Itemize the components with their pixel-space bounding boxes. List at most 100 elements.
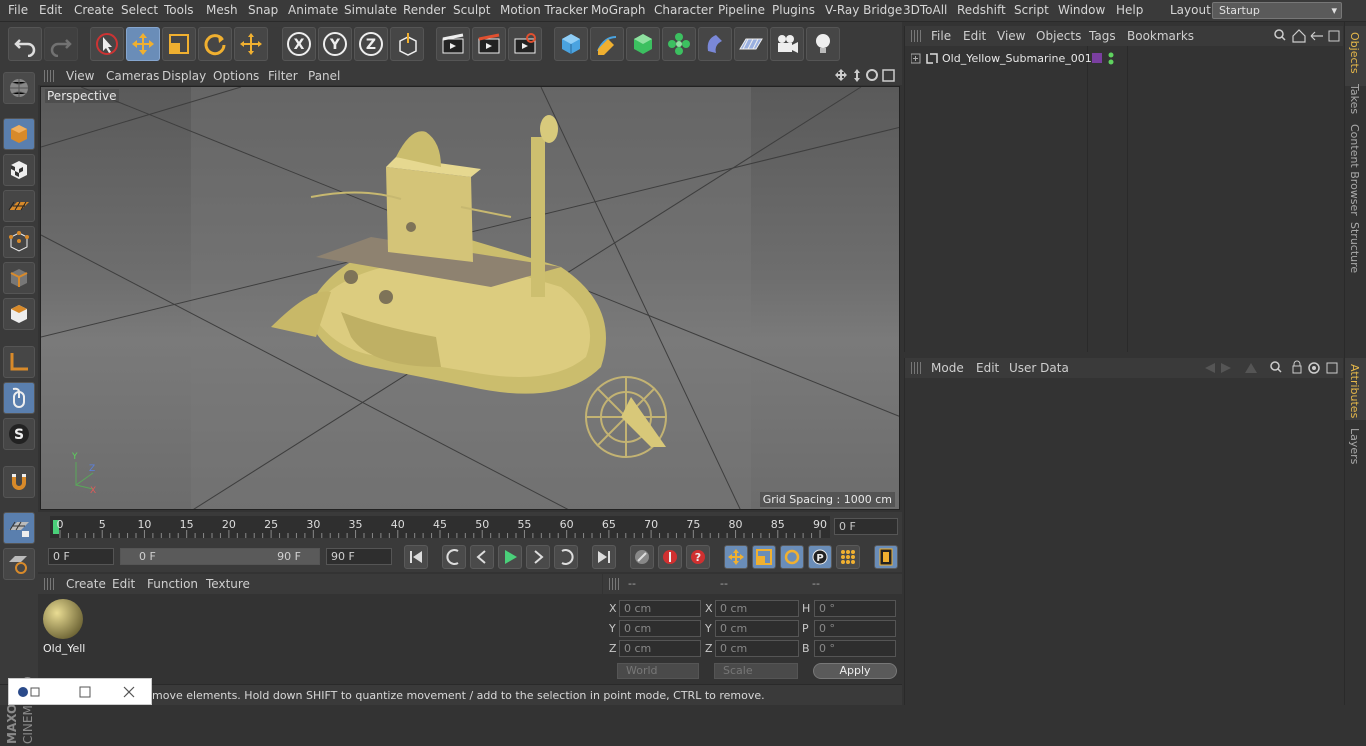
tab-attributes[interactable]: Attributes [1348,364,1361,418]
panel-grip[interactable] [44,578,54,590]
light-button[interactable] [806,27,840,61]
size-z-field[interactable]: 0 cm [715,640,799,657]
lock-x-button[interactable]: X [282,27,316,61]
size-y-field[interactable]: 0 cm [715,620,799,637]
rotation-b-field[interactable]: 0 ° [814,640,896,657]
position-x-field[interactable]: 0 cm [619,600,701,617]
edges-mode-button[interactable] [3,262,35,294]
rotate-tool-button[interactable] [198,27,232,61]
pen-tool-button[interactable] [590,27,624,61]
transform-tool-button[interactable] [234,27,268,61]
move-tool-button[interactable] [126,27,160,61]
material-menu-create[interactable]: Create [66,577,106,591]
attribute-menu-mode[interactable]: Mode [931,361,964,375]
material-menu-function[interactable]: Function [147,577,198,591]
workplane-lock-button[interactable] [3,512,35,544]
panel-grip[interactable] [911,362,921,374]
material-swatch[interactable]: Old_Yell [41,598,85,655]
rotation-p-field[interactable]: 0 ° [814,620,896,637]
home-icon[interactable] [1292,29,1306,43]
axis-mode-button[interactable] [3,346,35,378]
viewport-menu-cameras[interactable]: Cameras [106,69,159,83]
coordinate-system-button[interactable] [390,27,424,61]
next-frame-button[interactable] [526,545,550,569]
tab-takes[interactable]: Takes [1348,84,1361,114]
menu-help[interactable]: Help [1116,3,1143,17]
start-frame-field[interactable]: 0 F [48,548,114,565]
planar-workplane-button[interactable] [3,548,35,580]
previous-keyframe-button[interactable] [442,545,466,569]
object-menu-view[interactable]: View [997,29,1025,43]
scale-tool-button[interactable] [162,27,196,61]
lock-y-button[interactable]: Y [318,27,352,61]
attribute-menu-edit[interactable]: Edit [976,361,999,375]
minimized-window-bar[interactable] [8,678,152,705]
panel-grip[interactable] [609,578,619,590]
search-icon[interactable] [1274,29,1284,39]
undo-button[interactable] [8,27,42,61]
panel-grip[interactable] [911,30,921,42]
forward-arrow-icon[interactable] [1221,363,1231,373]
texture-mode-button[interactable] [3,154,35,186]
snap-button[interactable] [3,466,35,498]
lock-z-button[interactable]: Z [354,27,388,61]
search-icon[interactable] [1270,361,1280,371]
close-icon[interactable] [123,686,135,698]
points-mode-button[interactable] [3,226,35,258]
menu-vray-bridge[interactable]: V-Ray Bridge [825,3,902,17]
menu-render[interactable]: Render [403,3,446,17]
render-settings-button[interactable] [508,27,542,61]
rotation-h-field[interactable]: 0 ° [814,600,896,617]
timeline[interactable]: 0 5 10 15 20 25 30 35 40 45 50 55 60 65 70 75 80 85 90 0 F [38,512,902,542]
previous-frame-button[interactable] [470,545,494,569]
menu-edit[interactable]: Edit [39,3,62,17]
perspective-viewport[interactable]: Y Z X Perspective Grid Spacing : 1000 cm [40,86,900,510]
position-y-field[interactable]: 0 cm [619,620,701,637]
menu-motion-tracker[interactable]: Motion Tracker [500,3,588,17]
size-mode-select[interactable]: Scale [714,663,798,679]
workplane-button[interactable] [3,190,35,222]
viewport-menu-display[interactable]: Display [162,69,206,83]
object-menu-tags[interactable]: Tags [1089,29,1116,43]
menu-3dtoall[interactable]: 3DToAll [903,3,947,17]
key-scale-button[interactable] [752,545,776,569]
menu-tools[interactable]: Tools [164,3,194,17]
subdivision-button[interactable] [626,27,660,61]
menu-plugins[interactable]: Plugins [772,3,815,17]
position-z-field[interactable]: 0 cm [619,640,701,657]
end-frame-field[interactable]: 90 F [326,548,392,565]
menu-pipeline[interactable]: Pipeline [718,3,765,17]
menu-simulate[interactable]: Simulate [344,3,397,17]
material-menu-texture[interactable]: Texture [206,577,250,591]
polygons-mode-button[interactable] [3,298,35,330]
model-mode-button[interactable] [3,118,35,150]
tab-structure[interactable]: Structure [1348,222,1361,273]
new-window-icon[interactable] [1328,30,1340,42]
maximize-icon[interactable] [882,69,895,82]
up-arrow-icon[interactable] [1245,363,1257,373]
attribute-nav-icons[interactable] [1201,360,1341,376]
go-to-start-button[interactable] [404,545,428,569]
material-menu-edit[interactable]: Edit [112,577,135,591]
viewport-menu-view[interactable]: View [66,69,94,83]
object-nav-icons[interactable] [1273,28,1341,44]
autokey-button[interactable]: ? [686,545,710,569]
object-menu-edit[interactable]: Edit [963,29,986,43]
record-mode-button[interactable] [630,545,654,569]
menu-create[interactable]: Create [74,3,114,17]
tab-layers[interactable]: Layers [1348,428,1361,464]
solo-button[interactable]: S [3,418,35,450]
zoom-icon[interactable] [854,69,860,82]
pan-icon[interactable] [835,69,847,81]
redo-button[interactable] [44,27,78,61]
key-rotation-button[interactable] [780,545,804,569]
lock-icon[interactable] [1292,365,1302,374]
mograph-cloner-button[interactable] [662,27,696,61]
object-row[interactable]: Old_Yellow_Submarine_001 [905,50,1343,68]
object-menu-file[interactable]: File [931,29,951,43]
camera-button[interactable] [770,27,804,61]
new-window-icon[interactable] [1326,362,1338,374]
layout-select[interactable]: Startup [1212,2,1342,19]
floor-button[interactable] [734,27,768,61]
render-view-button[interactable] [436,27,470,61]
